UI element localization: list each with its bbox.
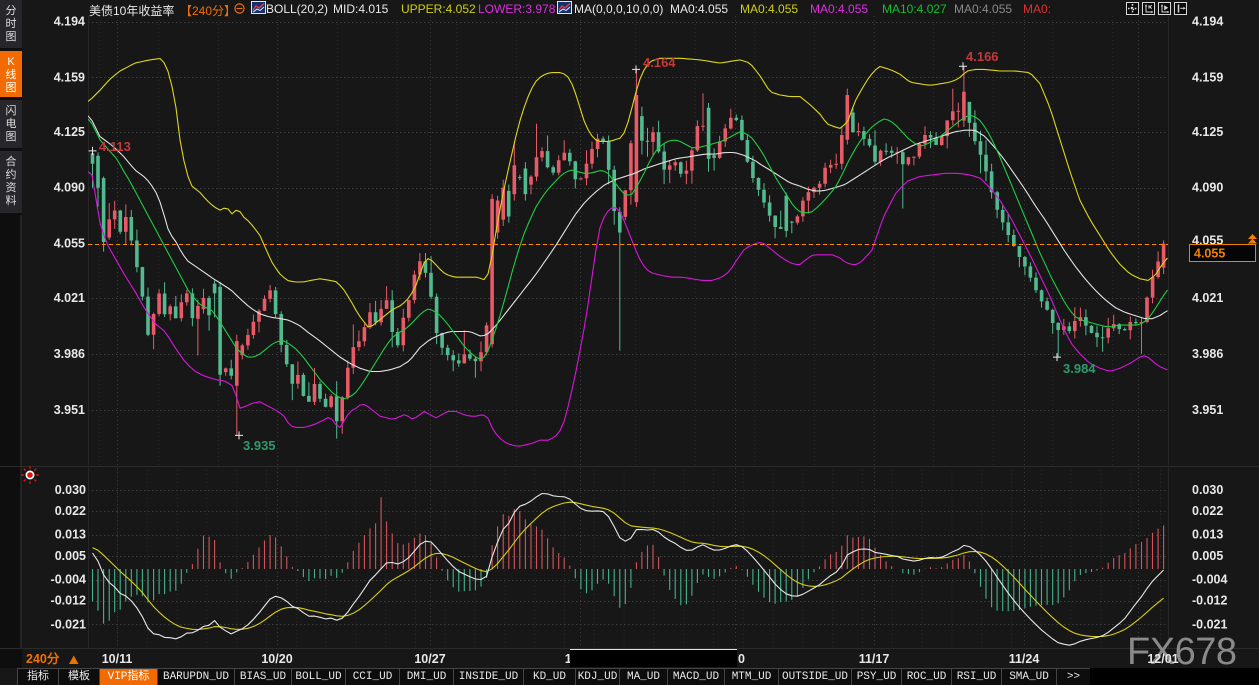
svg-text:4.021: 4.021 [1192, 291, 1223, 305]
svg-text:3.986: 3.986 [54, 347, 85, 361]
svg-text:0: 0 [738, 652, 745, 666]
svg-text:0.005: 0.005 [55, 549, 86, 563]
svg-text:10/20: 10/20 [261, 652, 292, 666]
svg-text:3.986: 3.986 [1192, 347, 1223, 361]
svg-text:4.125: 4.125 [54, 125, 85, 139]
svg-text:4.090: 4.090 [1192, 181, 1223, 195]
svg-text:4.055: 4.055 [1194, 247, 1225, 261]
svg-text:4.159: 4.159 [1192, 70, 1223, 84]
svg-text:11/17: 11/17 [859, 652, 890, 666]
svg-text:3.984: 3.984 [1063, 361, 1096, 376]
svg-text:4.194: 4.194 [54, 15, 85, 29]
svg-text:-0.004: -0.004 [1192, 573, 1227, 587]
svg-text:4.113: 4.113 [99, 139, 131, 154]
svg-text:4.159: 4.159 [54, 70, 85, 84]
svg-text:-0.021: -0.021 [51, 617, 86, 631]
svg-text:FX678: FX678 [1127, 631, 1237, 673]
svg-text:0.030: 0.030 [55, 483, 86, 497]
svg-text:-0.012: -0.012 [51, 594, 86, 608]
svg-text:0.005: 0.005 [1192, 549, 1223, 563]
svg-text:0.022: 0.022 [55, 504, 86, 518]
svg-text:0.030: 0.030 [1192, 483, 1223, 497]
svg-text:0.022: 0.022 [1192, 504, 1223, 518]
svg-text:4.021: 4.021 [54, 291, 85, 305]
svg-text:4.055: 4.055 [54, 237, 85, 251]
svg-text:4.164: 4.164 [643, 55, 676, 70]
svg-text:3.951: 3.951 [1192, 403, 1223, 417]
svg-text:3.935: 3.935 [243, 438, 276, 453]
svg-text:11/24: 11/24 [1009, 652, 1040, 666]
svg-text:-0.012: -0.012 [1192, 594, 1227, 608]
svg-text:10/27: 10/27 [414, 652, 445, 666]
svg-text:3.951: 3.951 [54, 403, 85, 417]
svg-text:4.125: 4.125 [1192, 125, 1223, 139]
svg-text:-0.021: -0.021 [1192, 617, 1227, 631]
svg-text:240分: 240分 [26, 651, 60, 666]
svg-text:0.013: 0.013 [55, 528, 86, 542]
svg-text:-0.004: -0.004 [51, 573, 86, 587]
svg-text:0.013: 0.013 [1192, 528, 1223, 542]
svg-text:4.194: 4.194 [1192, 15, 1223, 29]
svg-text:4.090: 4.090 [54, 181, 85, 195]
svg-text:12/01: 12/01 [1147, 652, 1178, 666]
svg-text:10/11: 10/11 [102, 652, 133, 666]
svg-text:4.166: 4.166 [966, 49, 999, 64]
